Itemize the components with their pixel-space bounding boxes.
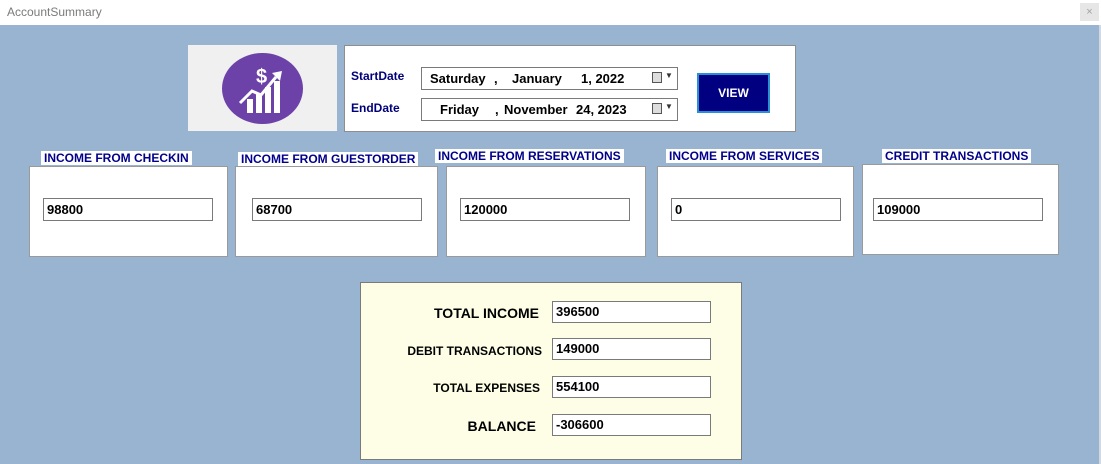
close-icon: × [1086,6,1093,18]
calendar-icon[interactable] [652,103,662,114]
label-income-services: INCOME FROM SERVICES [666,149,823,163]
svg-text:$: $ [256,66,267,88]
end-date-label: EndDate [351,101,400,115]
chevron-down-icon[interactable]: ▼ [665,102,673,111]
total-income-field[interactable]: 396500 [552,301,711,323]
end-daynum: 24, 2023 [576,102,627,117]
income-reservations-field[interactable]: 120000 [460,198,630,221]
income-guestorder-field[interactable]: 68700 [252,198,422,221]
calendar-icon[interactable] [652,72,662,83]
debit-transactions-label: DEBIT TRANSACTIONS [407,344,542,358]
total-expenses-field[interactable]: 554100 [552,376,711,398]
start-daynum: 1, 2022 [581,71,625,86]
money-growth-chart-icon: $ [222,53,303,124]
window-title: AccountSummary [7,5,102,19]
end-month: November [504,102,568,117]
credit-transactions-field[interactable]: 109000 [873,198,1043,221]
label-income-checkin: INCOME FROM CHECKIN [41,151,192,165]
label-credit-transactions: CREDIT TRANSACTIONS [882,149,1032,163]
total-income-label: TOTAL INCOME [434,305,539,321]
end-sep: , [495,102,499,117]
logo-panel: $ [188,45,337,131]
income-services-field[interactable]: 0 [671,198,841,221]
view-button[interactable]: VIEW [697,73,770,113]
label-income-reservations: INCOME FROM RESERVATIONS [435,149,624,163]
start-sep: , [494,71,498,86]
start-month: January [512,71,562,86]
income-checkin-field[interactable]: 98800 [43,198,213,221]
debit-transactions-field[interactable]: 149000 [552,338,711,360]
balance-label: BALANCE [467,418,536,434]
date-range-panel: StartDate EndDate Saturday , January 1, … [344,45,796,132]
balance-field[interactable]: -306600 [552,414,711,436]
total-expenses-label: TOTAL EXPENSES [433,381,540,395]
start-date-label: StartDate [351,69,405,83]
start-date-picker[interactable]: Saturday , January 1, 2022 ▼ [421,67,678,90]
end-day: Friday [440,102,480,117]
close-button[interactable]: × [1080,3,1099,21]
title-bar: AccountSummary × [0,0,1101,25]
summary-panel: TOTAL INCOME 396500 DEBIT TRANSACTIONS 1… [360,282,742,460]
end-date-picker[interactable]: Friday , November 24, 2023 ▼ [421,98,678,121]
start-day: Saturday [430,71,486,86]
label-income-guestorder: INCOME FROM GUESTORDER [238,152,419,166]
chevron-down-icon[interactable]: ▼ [665,71,673,80]
